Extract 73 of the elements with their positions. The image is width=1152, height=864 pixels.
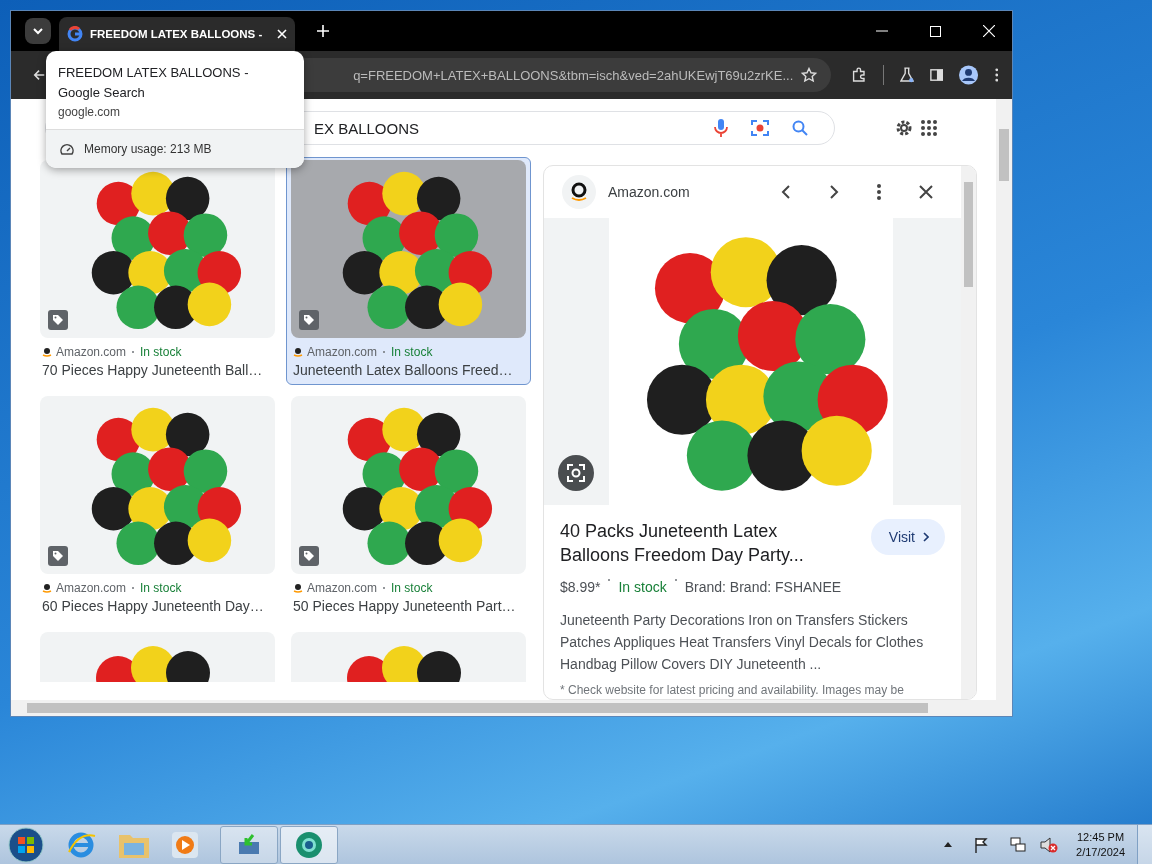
- apps-grid-icon[interactable]: [921, 120, 937, 136]
- muted-speaker-icon[interactable]: [1040, 836, 1059, 853]
- site-favicon-icon: [42, 347, 52, 357]
- network-icon[interactable]: [1010, 836, 1027, 853]
- browser-logo-icon: [295, 830, 323, 859]
- taskbar-app-button[interactable]: [280, 825, 338, 864]
- tag-icon[interactable]: [299, 546, 319, 566]
- new-tab-icon[interactable]: [317, 25, 329, 37]
- source-text: Amazon.com: [56, 345, 127, 359]
- brand-text: Brand: Brand: FSHANEE: [684, 579, 842, 595]
- puzzle-icon[interactable]: [851, 66, 867, 84]
- site-favicon-icon: [42, 583, 52, 593]
- tag-icon[interactable]: [299, 310, 319, 330]
- close-icon[interactable]: [919, 185, 933, 199]
- result-title[interactable]: 70 Pieces Happy Juneteenth Ball…: [40, 362, 275, 378]
- site-favicon-icon: [293, 347, 303, 357]
- chevron-down-icon: [32, 25, 44, 37]
- tag-icon[interactable]: [48, 546, 68, 566]
- tab-title: FREEDOM LATEX BALLOONS -: [90, 28, 264, 40]
- product-description: Juneteenth Party Decorations Iron on Transfers Stickers Patches Appliques Heat Transfers Vinyl Decals for Clothes Handbag Pillow Covers DIY Juneteenth ...: [560, 611, 925, 674]
- url-text: q=FREEDOM+LATEX+BALLOONS&tbm=isch&ved=2ahUKEwjT69u2zrKE...: [353, 67, 794, 83]
- stock-status: In stock: [391, 581, 433, 595]
- start-orb-icon[interactable]: [8, 826, 44, 863]
- flag-icon[interactable]: [974, 836, 989, 853]
- flask-icon[interactable]: [899, 66, 914, 84]
- browser-tab[interactable]: FREEDOM LATEX BALLOONS -: [59, 17, 295, 51]
- star-icon[interactable]: [801, 67, 818, 83]
- search-icon[interactable]: [792, 120, 808, 136]
- side-panel-icon[interactable]: [929, 67, 944, 83]
- site-logo-icon: [562, 175, 596, 209]
- result-title[interactable]: 50 Pieces Happy Juneteenth Part…: [291, 598, 526, 614]
- stock-status: In stock: [618, 579, 667, 595]
- source-text: Amazon.com: [307, 581, 378, 595]
- scrollbar[interactable]: [11, 700, 1012, 716]
- back-arrow-icon[interactable]: [33, 68, 46, 82]
- memory-usage: Memory usage: 213 MB: [84, 142, 212, 156]
- scrollbar[interactable]: [961, 166, 976, 699]
- stock-status: In stock: [391, 345, 433, 359]
- price: $8.99*: [560, 579, 601, 595]
- product-title[interactable]: 40 Packs Juneteenth Latex Balloons Freedom Day Party...: [560, 519, 851, 567]
- camera-search-icon[interactable]: [558, 455, 594, 491]
- stock-status: In stock: [140, 345, 182, 359]
- result-title[interactable]: Juneteenth Latex Balloons Freed…: [291, 362, 526, 378]
- chevron-right-icon: [923, 532, 929, 542]
- visit-button[interactable]: Visit: [870, 519, 945, 555]
- download-arrow-icon: [237, 833, 261, 856]
- chevron-right-icon[interactable]: [829, 184, 839, 200]
- preview-source[interactable]: Amazon.com: [608, 184, 781, 200]
- tag-icon[interactable]: [48, 310, 68, 330]
- scrollbar[interactable]: [996, 99, 1012, 700]
- media-player-icon[interactable]: [172, 831, 198, 858]
- maximize-icon[interactable]: [930, 25, 941, 37]
- disclaimer-text: * Check website for latest pricing and availability. Images may be: [560, 683, 905, 697]
- google-icon: [67, 26, 83, 42]
- result-title[interactable]: 60 Pieces Happy Juneteenth Day…: [40, 598, 275, 614]
- search-query: EX BALLOONS: [314, 119, 421, 137]
- clock-date[interactable]: 2/17/2024: [1076, 844, 1125, 860]
- site-favicon-icon: [293, 583, 303, 593]
- more-options-icon[interactable]: [877, 184, 881, 200]
- microphone-icon[interactable]: [714, 118, 728, 138]
- tab-search-button[interactable]: [25, 18, 51, 44]
- taskbar-app-button[interactable]: [220, 825, 278, 864]
- gauge-icon: [60, 143, 74, 155]
- profile-icon[interactable]: [959, 64, 979, 86]
- up-arrow-icon[interactable]: [944, 842, 953, 847]
- camera-search-icon[interactable]: [750, 118, 770, 138]
- chevron-left-icon[interactable]: [781, 184, 791, 200]
- menu-icon[interactable]: [994, 67, 998, 83]
- source-text: Amazon.com: [307, 345, 378, 359]
- source-text: Amazon.com: [56, 581, 127, 595]
- clock-time[interactable]: 12:45 PM: [1077, 829, 1125, 845]
- image-result-card[interactable]: Amazon.com In stock Juneteenth Latex Balloons Freed…: [286, 157, 531, 385]
- stock-status: In stock: [140, 581, 182, 595]
